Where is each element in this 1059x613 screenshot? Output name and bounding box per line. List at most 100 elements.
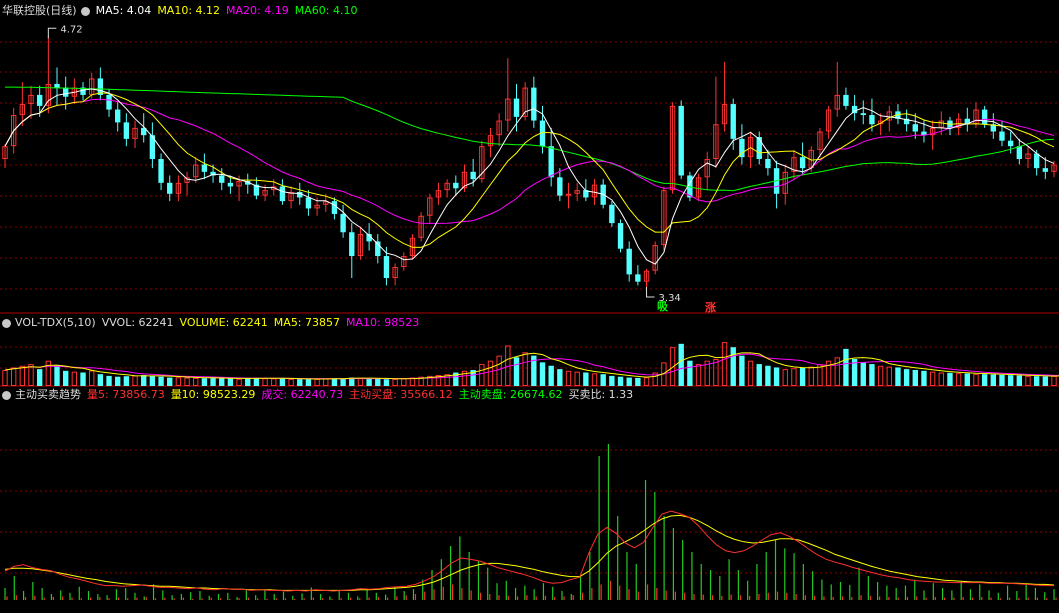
volume-bar xyxy=(340,378,346,386)
volume-bar xyxy=(487,360,494,386)
candle-body xyxy=(453,182,459,189)
candle-body xyxy=(1007,140,1014,147)
candle-body xyxy=(340,213,346,233)
candle-body xyxy=(548,146,554,178)
main_legend-item: MA10: 4.12 xyxy=(157,4,221,17)
volume-bar xyxy=(947,372,953,386)
candle-body xyxy=(349,232,355,257)
volume-bar xyxy=(591,373,598,386)
volume-bar xyxy=(808,366,814,386)
volume-bar xyxy=(1033,376,1040,386)
volume-bar xyxy=(149,375,156,386)
collapse-dot-icon[interactable] xyxy=(80,6,90,16)
candle-body xyxy=(869,115,875,125)
volume-legend-title: VOL-TDX(5,10) xyxy=(15,316,96,329)
flow_legend-item: 成交: 62240.73 xyxy=(261,388,344,401)
volume-bar xyxy=(106,375,112,386)
volume-bar xyxy=(271,378,277,386)
volume-bar xyxy=(89,370,95,387)
volume-bar xyxy=(869,364,875,386)
collapse-dot-icon[interactable] xyxy=(2,390,11,400)
price-marks: 4.723.34 xyxy=(47,24,681,304)
high-price-arrow xyxy=(47,27,57,39)
candle-body xyxy=(843,94,849,106)
volume-bar xyxy=(19,365,26,386)
main-legend: 华联控股(日线) MA5: 4.04 MA10: 4.12 MA20: 4.19 MA6… xyxy=(2,3,369,19)
volume-bar xyxy=(158,376,164,386)
candle-body xyxy=(106,94,112,110)
volume-bar xyxy=(401,378,407,386)
volume-bar xyxy=(141,375,147,386)
candle-body xyxy=(1016,146,1023,159)
volume-bar xyxy=(721,342,728,386)
vol_legend-item: VVOL: 62241 xyxy=(101,316,174,329)
candle-body xyxy=(36,94,43,106)
volume-bar xyxy=(54,365,60,386)
volume-bar xyxy=(175,377,182,387)
volume-bar xyxy=(903,369,910,386)
volume-bar xyxy=(132,375,138,387)
volume-bar xyxy=(314,378,320,387)
volume-bar xyxy=(626,377,632,386)
candle-body xyxy=(626,248,632,275)
flow_legend-item: 量10: 98523.29 xyxy=(170,388,256,401)
volume-bar xyxy=(409,377,416,386)
candle-body xyxy=(54,83,60,88)
candle-body xyxy=(617,223,624,249)
volume-bar xyxy=(1051,375,1057,386)
candle-body xyxy=(227,182,234,187)
collapse-dot-icon[interactable] xyxy=(2,318,11,328)
volume-bar xyxy=(115,376,121,386)
candle-body xyxy=(912,124,918,132)
volume-bar xyxy=(557,369,563,386)
volume-bar xyxy=(643,377,650,387)
volume-bar xyxy=(609,375,615,386)
candle-body xyxy=(383,256,390,279)
volume-bar xyxy=(245,378,251,386)
main_legend-item: MA5: 4.04 xyxy=(95,4,152,17)
volume-bars xyxy=(2,342,1057,387)
volume-bar xyxy=(955,373,962,386)
volume-bar xyxy=(1042,376,1049,386)
candle-body xyxy=(123,122,130,139)
volume-bar xyxy=(297,379,303,386)
volume-bar xyxy=(921,370,927,386)
candle-body xyxy=(756,137,762,159)
volume-bar xyxy=(219,378,225,386)
volume-bar xyxy=(201,378,208,386)
volume-bar xyxy=(756,364,762,386)
volume-bar xyxy=(782,369,788,386)
volume-bar xyxy=(678,343,684,386)
volume-bar xyxy=(574,371,580,386)
candle-body xyxy=(158,159,164,183)
main_legend-item: MA20: 4.19 xyxy=(226,4,289,17)
volume-bar xyxy=(366,378,372,386)
candle-body xyxy=(981,109,988,125)
volume-bar xyxy=(600,374,606,386)
volume-bar xyxy=(799,367,806,386)
volume-bar xyxy=(895,367,901,386)
volume-bar xyxy=(357,377,364,386)
volume-bar xyxy=(548,365,554,386)
volume-bar xyxy=(71,371,78,386)
high-price-label: 4.72 xyxy=(60,24,82,35)
vol_legend-item: MA5: 73857 xyxy=(273,316,341,329)
volume-bar xyxy=(227,378,234,386)
volume-bar xyxy=(496,355,502,386)
volume-bar xyxy=(184,377,190,386)
volume-bar xyxy=(765,365,771,386)
chart-canvas: 4.723.34 xyxy=(0,24,1059,600)
volume-bar xyxy=(860,362,866,386)
volume-bar xyxy=(253,377,260,386)
volume-bar xyxy=(565,370,572,386)
volume-bar xyxy=(2,369,8,386)
volume-bar xyxy=(323,378,329,387)
flow-legend-title: 主动买卖趋势 xyxy=(15,388,81,401)
candle-body xyxy=(219,175,225,183)
volume-bar xyxy=(877,365,884,386)
candle-body xyxy=(513,98,520,117)
vol_legend-item: MA10: 98523 xyxy=(346,316,420,329)
volume-bar xyxy=(635,377,641,386)
volume-bar xyxy=(539,362,546,386)
volume-bar xyxy=(886,366,892,386)
